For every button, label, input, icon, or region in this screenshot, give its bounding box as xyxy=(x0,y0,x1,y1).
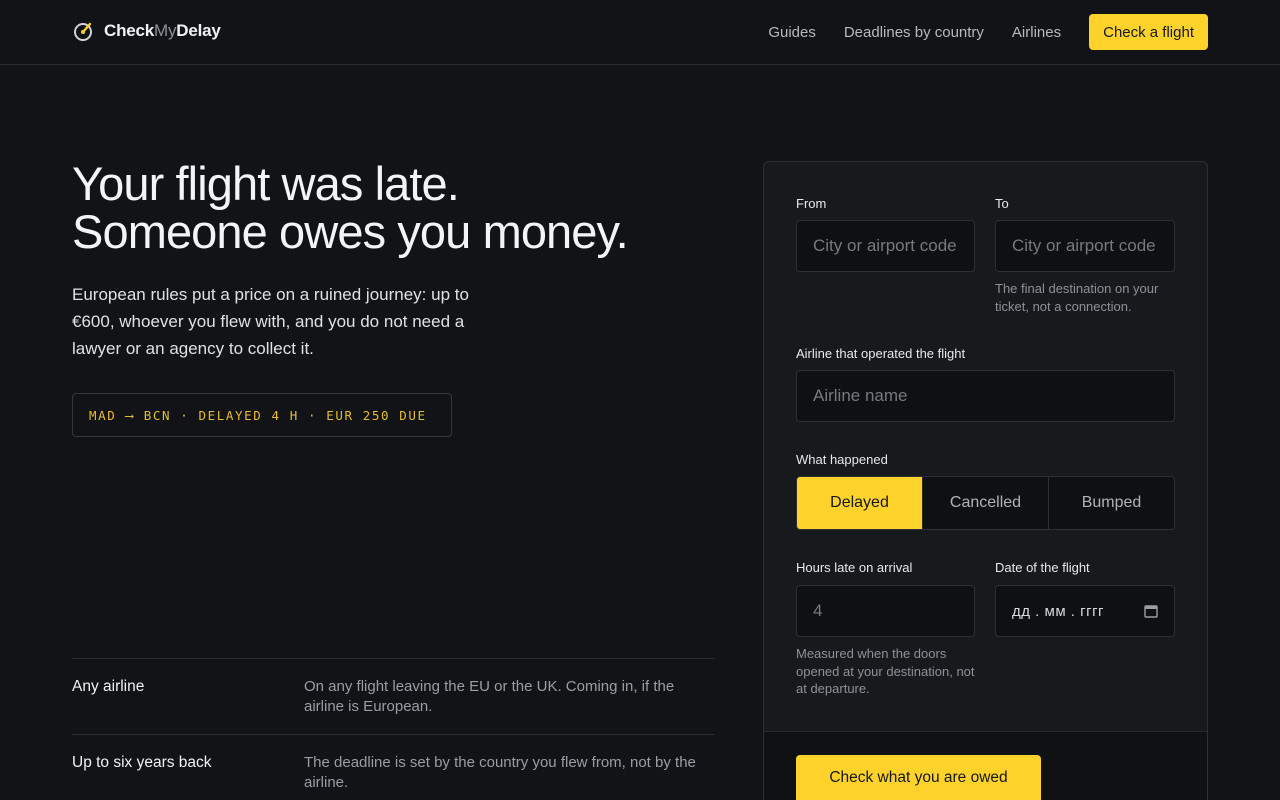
feature-desc: The deadline is set by the country you f… xyxy=(304,754,696,791)
feature-name: Up to six years back xyxy=(72,754,212,771)
hero-title-line1: Your flight was late. xyxy=(72,157,460,210)
what-happened-label: What happened xyxy=(796,452,888,467)
feature-name: Any airline xyxy=(72,678,145,695)
option-cancelled[interactable]: Cancelled xyxy=(922,477,1048,529)
flight-check-form: From To The final destination on your ti… xyxy=(763,161,1208,800)
calendar-icon[interactable] xyxy=(1144,604,1158,618)
hours-label: Hours late on arrival xyxy=(796,560,913,575)
airline-input[interactable] xyxy=(796,370,1175,422)
to-label: To xyxy=(995,196,1009,211)
nav-link-deadlines[interactable]: Deadlines by country xyxy=(844,24,984,41)
airline-label: Airline that operated the flight xyxy=(796,346,966,361)
nav-link-guides[interactable]: Guides xyxy=(768,24,816,41)
option-delayed[interactable]: Delayed xyxy=(797,477,922,529)
hero-title: Your flight was late. Someone owes you m… xyxy=(72,160,712,256)
hours-input[interactable] xyxy=(796,585,975,637)
from-input[interactable] xyxy=(796,220,975,272)
main-nav: Guides Deadlines by country Airlines Che… xyxy=(768,14,1208,50)
hero-title-line2: Someone owes you money. xyxy=(72,205,629,258)
feature-row: Any airline On any flight leaving the EU… xyxy=(72,658,715,734)
hero-lede: European rules put a price on a ruined j… xyxy=(72,285,469,358)
gauge-icon xyxy=(74,22,92,41)
example-ticker: MAD ⟶ BCN · DELAYED 4 H · EUR 250 DUE xyxy=(72,393,452,437)
site-header: CheckMyDelay Guides Deadlines by country… xyxy=(0,0,1280,65)
brand-logo[interactable]: CheckMyDelay xyxy=(72,18,221,44)
nav-link-airlines[interactable]: Airlines xyxy=(1012,24,1061,41)
to-input[interactable] xyxy=(995,220,1175,272)
feature-desc: On any flight leaving the EU or the UK. … xyxy=(304,678,675,715)
to-hint: The final destination on your ticket, no… xyxy=(995,281,1159,314)
date-placeholder: дд . мм . гггг xyxy=(1012,602,1105,620)
check-flight-button[interactable]: Check a flight xyxy=(1089,14,1208,50)
what-happened-toggle: Delayed Cancelled Bumped xyxy=(796,476,1175,530)
date-label: Date of the flight xyxy=(995,560,1090,575)
feature-row: Up to six years back The deadline is set… xyxy=(72,734,715,800)
from-label: From xyxy=(796,196,827,211)
check-owed-button[interactable]: Check what you are owed xyxy=(796,755,1041,800)
date-input[interactable]: дд . мм . гггг xyxy=(995,585,1175,637)
feature-list: Any airline On any flight leaving the EU… xyxy=(72,658,715,800)
hours-hint: Measured when the doors opened at your d… xyxy=(796,646,975,696)
brand-name: CheckMyDelay xyxy=(104,21,221,40)
option-bumped[interactable]: Bumped xyxy=(1048,477,1174,529)
